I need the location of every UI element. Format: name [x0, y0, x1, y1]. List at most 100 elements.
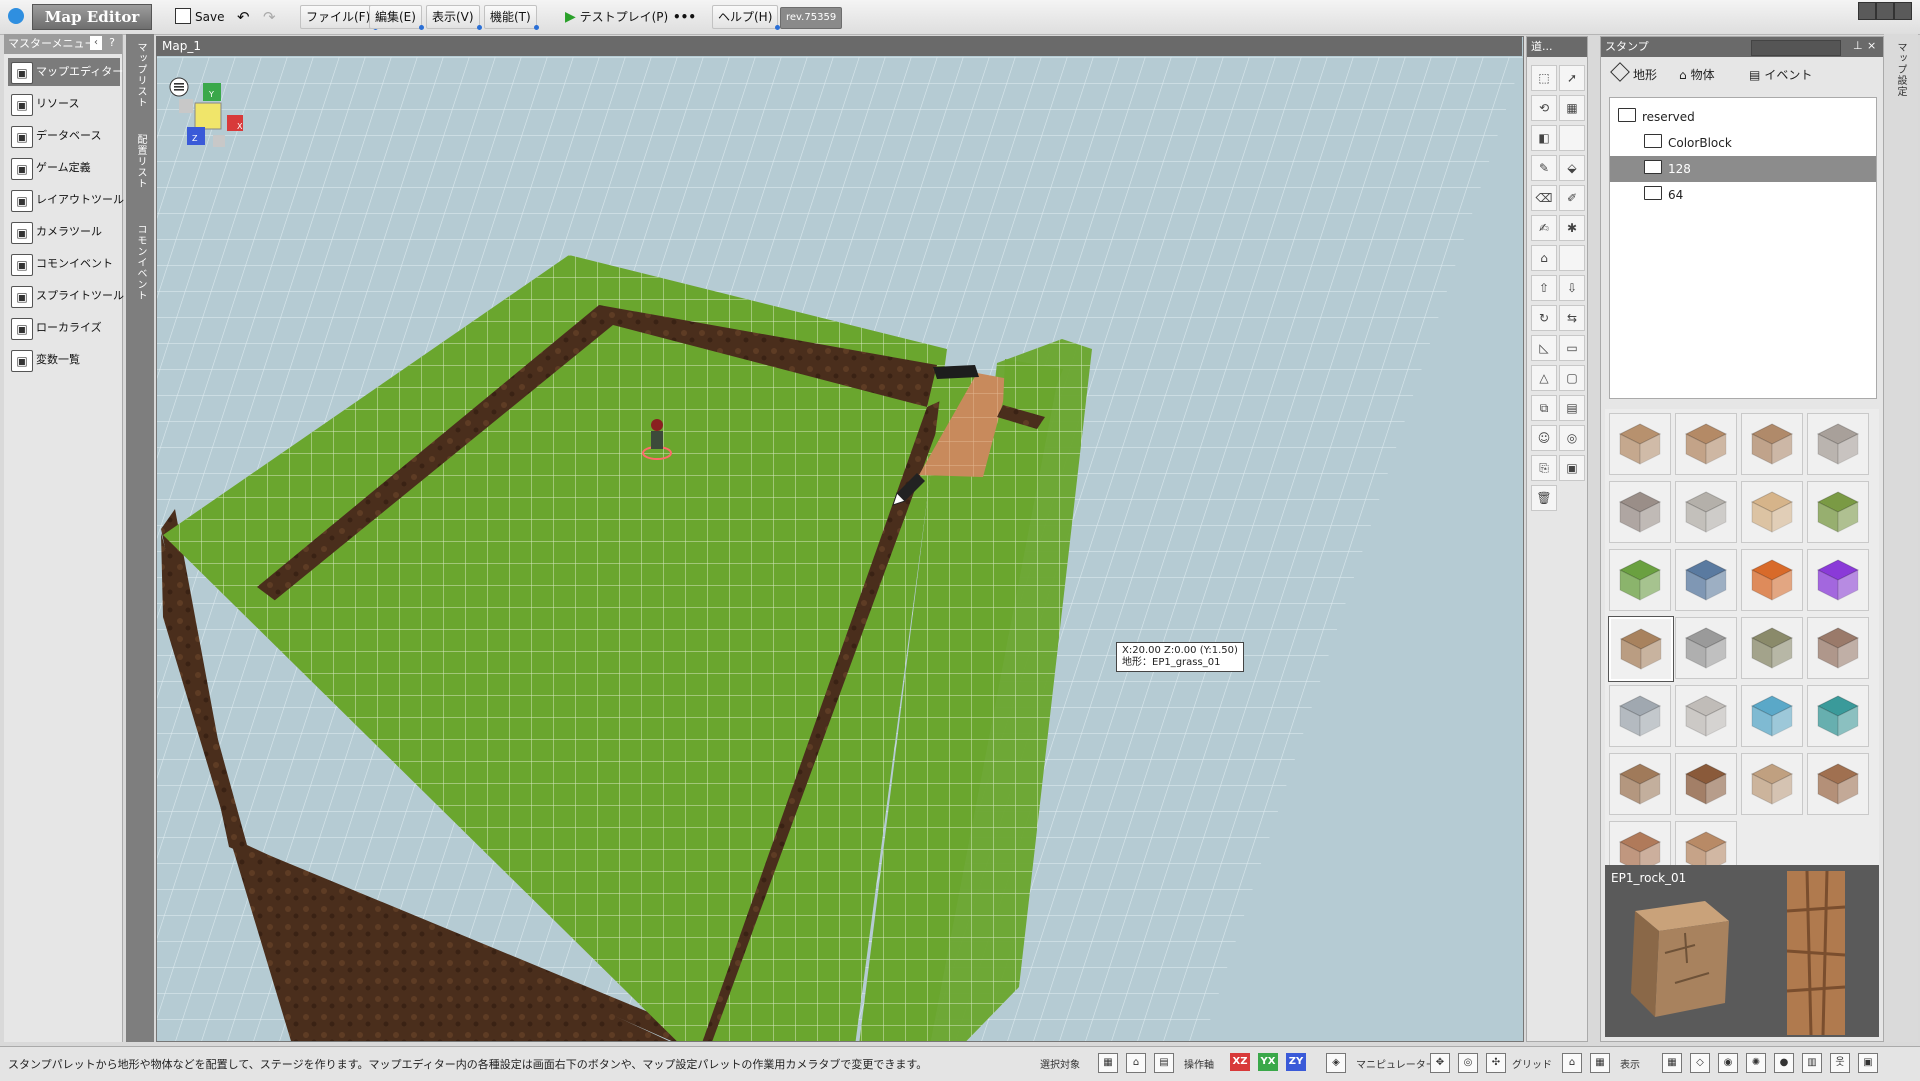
display-grid-icon[interactable]: ▦: [1662, 1053, 1682, 1073]
scene-canvas[interactable]: Y X Z: [157, 57, 1523, 1042]
box-icon[interactable]: ▢: [1559, 365, 1585, 391]
panel-close-icon[interactable]: ×: [1867, 39, 1876, 52]
map-viewport[interactable]: Y X Z: [156, 36, 1524, 1042]
move-gizmo-icon[interactable]: ✥: [1430, 1053, 1450, 1073]
blank-icon[interactable]: [1559, 245, 1585, 271]
stamp-tile[interactable]: [1609, 481, 1671, 543]
brush-icon[interactable]: ✍: [1531, 215, 1557, 241]
paste-icon[interactable]: ▤: [1559, 395, 1585, 421]
menu-file[interactable]: ファイル(F): [300, 5, 379, 30]
eraser-icon[interactable]: ⌫: [1531, 185, 1557, 211]
stamp-tile[interactable]: [1675, 617, 1737, 679]
more-button[interactable]: •••: [668, 5, 701, 29]
flip-icon[interactable]: ⇆: [1559, 305, 1585, 331]
target-icon[interactable]: ◎: [1559, 425, 1585, 451]
stamp-tile[interactable]: [1741, 413, 1803, 475]
pin-icon[interactable]: ⊥: [1853, 39, 1863, 52]
map-settings-side-tab[interactable]: マップ設定: [1884, 34, 1918, 1042]
duplicate-icon[interactable]: ⎘: [1531, 455, 1557, 481]
stamp-tile[interactable]: [1741, 617, 1803, 679]
triangle-icon[interactable]: △: [1531, 365, 1557, 391]
tree-folder-item[interactable]: reserved: [1610, 104, 1876, 130]
select-rect-icon[interactable]: ⬚: [1531, 65, 1557, 91]
help-icon[interactable]: ?: [106, 36, 118, 50]
house-place-icon[interactable]: ⌂: [1531, 245, 1557, 271]
stamp-tile[interactable]: [1741, 753, 1803, 815]
display-light-icon[interactable]: ✺: [1746, 1053, 1766, 1073]
menu-view[interactable]: 表示(V): [426, 5, 482, 30]
redo-icon[interactable]: ↷: [258, 5, 281, 29]
rotate-gizmo-icon[interactable]: ◎: [1458, 1053, 1478, 1073]
stamp-search-input[interactable]: [1751, 40, 1841, 56]
menu-function[interactable]: 機能(T): [484, 5, 539, 30]
axis-xz-button[interactable]: XZ: [1230, 1053, 1250, 1071]
master-menu-item[interactable]: ▣ カメラツール: [8, 218, 120, 246]
spray-icon[interactable]: ✱: [1559, 215, 1585, 241]
stamp-tile[interactable]: [1609, 753, 1671, 815]
stamp-tile[interactable]: [1741, 685, 1803, 747]
testplay-button[interactable]: ▶ テストプレイ(P): [560, 5, 673, 29]
stamp-tile[interactable]: [1807, 753, 1869, 815]
undo-icon[interactable]: ↶: [232, 5, 255, 29]
display-camera-icon[interactable]: ◉: [1718, 1053, 1738, 1073]
select-grid-icon[interactable]: ▦: [1098, 1053, 1118, 1073]
blank-icon[interactable]: [1559, 125, 1585, 151]
stamp-tile[interactable]: [1675, 549, 1737, 611]
master-menu-item[interactable]: ▣ 変数一覧: [8, 346, 120, 374]
stamp-tile[interactable]: [1741, 549, 1803, 611]
tab-terrain[interactable]: 地形: [1610, 61, 1657, 89]
lasso-icon[interactable]: ⟲: [1531, 95, 1557, 121]
slope-icon[interactable]: ◺: [1531, 335, 1557, 361]
viewport-menu-icon[interactable]: [169, 77, 189, 97]
stamp-tile[interactable]: [1807, 549, 1869, 611]
minimize-icon[interactable]: [1858, 2, 1876, 20]
grid-type-icon[interactable]: ▦: [1590, 1053, 1610, 1073]
master-menu-item[interactable]: ▣ ローカライズ: [8, 314, 120, 342]
stamp-tile[interactable]: [1675, 685, 1737, 747]
maximize-icon[interactable]: [1876, 2, 1894, 20]
stamp-tile[interactable]: [1609, 685, 1671, 747]
tree-folder-item[interactable]: 128: [1610, 156, 1876, 182]
display-sphere-icon[interactable]: ●: [1774, 1053, 1794, 1073]
lower-icon[interactable]: ⇩: [1559, 275, 1585, 301]
display-character-icon[interactable]: 웃: [1830, 1053, 1850, 1073]
menu-help[interactable]: ヘルプ(H): [712, 5, 781, 30]
tree-folder-item[interactable]: 64: [1610, 182, 1876, 208]
raise-icon[interactable]: ⇧: [1531, 275, 1557, 301]
clipboard-icon[interactable]: ▣: [1559, 455, 1585, 481]
copy-icon[interactable]: ⧉: [1531, 395, 1557, 421]
tab-common-event[interactable]: コモンイベント: [132, 224, 148, 301]
stamp-tile[interactable]: [1675, 753, 1737, 815]
character-icon[interactable]: ☺: [1531, 425, 1557, 451]
stamp-tile[interactable]: [1609, 413, 1671, 475]
stamp-tile[interactable]: [1807, 685, 1869, 747]
stamp-tile[interactable]: [1807, 413, 1869, 475]
stamp-tile[interactable]: [1609, 549, 1671, 611]
eyedropper-icon[interactable]: ✐: [1559, 185, 1585, 211]
tab-map-settings[interactable]: マップ設定: [1892, 42, 1908, 97]
axis-yx-button[interactable]: YX: [1258, 1053, 1278, 1071]
menu-edit[interactable]: 編集(E): [369, 5, 424, 30]
select-object-icon[interactable]: ⌂: [1126, 1053, 1146, 1073]
stamp-tile[interactable]: [1675, 413, 1737, 475]
axis-zy-button[interactable]: ZY: [1286, 1053, 1306, 1071]
display-box-icon[interactable]: ▣: [1858, 1053, 1878, 1073]
trash-icon[interactable]: 🗑: [1531, 485, 1557, 511]
stamp-tile[interactable]: [1609, 617, 1673, 681]
master-menu-item[interactable]: ▣ マップエディター: [8, 58, 123, 86]
cube-fill-icon[interactable]: ◧: [1531, 125, 1557, 151]
collapse-icon[interactable]: ‹: [90, 36, 102, 50]
select-event-icon[interactable]: ▤: [1154, 1053, 1174, 1073]
master-menu-item[interactable]: ▣ リソース: [8, 90, 120, 118]
grid-select-icon[interactable]: ▦: [1559, 95, 1585, 121]
master-menu-item[interactable]: ▣ コモンイベント: [8, 250, 120, 278]
close-icon[interactable]: [1894, 2, 1912, 20]
display-collider-icon[interactable]: ▥: [1802, 1053, 1822, 1073]
wall-icon[interactable]: ▭: [1559, 335, 1585, 361]
tab-map-list[interactable]: マップリスト: [132, 42, 148, 108]
stamp-tile[interactable]: [1675, 481, 1737, 543]
save-button[interactable]: Save: [170, 5, 229, 29]
tab-placement-list[interactable]: 配置リスト: [132, 134, 148, 189]
master-menu-item[interactable]: ▣ データベース: [8, 122, 120, 150]
master-menu-item[interactable]: ▣ レイアウトツール: [8, 186, 124, 214]
